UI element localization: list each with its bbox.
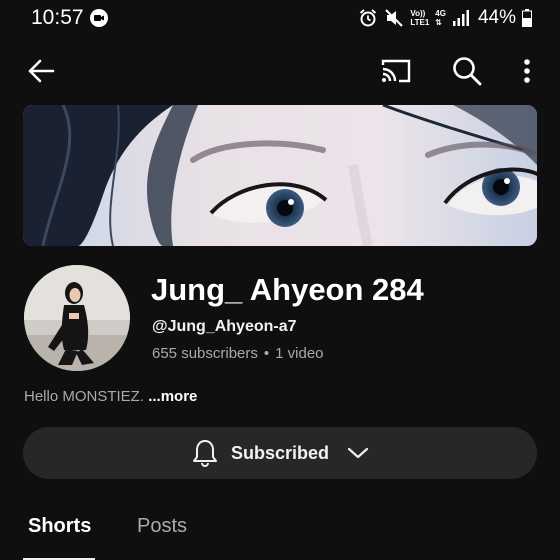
cast-icon[interactable] [380, 56, 412, 86]
alarm-icon [360, 9, 377, 27]
bell-icon [192, 440, 217, 468]
status-icons: Vo)) LTE1 4G ⇅ 44% [358, 6, 532, 30]
channel-name: Jung_ Ahyeon 284 [151, 272, 424, 307]
tab-shorts[interactable]: Shorts [28, 515, 91, 538]
subscribed-label: Subscribed [230, 442, 330, 463]
signal-icon [452, 10, 469, 26]
channel-avatar[interactable] [24, 265, 130, 371]
status-time: 10:57 [31, 6, 84, 29]
subscribed-button[interactable]: Subscribed [23, 427, 537, 479]
description-text: Hello MONSTIEZ. [24, 388, 145, 405]
battery-percent: 44% [477, 7, 516, 28]
subscriber-count: 655 subscribers [152, 345, 258, 362]
back-arrow-icon[interactable] [26, 56, 56, 86]
battery-icon [522, 9, 532, 27]
video-count: 1 video [275, 345, 324, 362]
network-4g: 4G ⇅ [435, 9, 446, 27]
channel-tabs: Shorts Posts [0, 505, 560, 560]
chevron-down-icon [347, 447, 369, 459]
channel-description: Hello MONSTIEZ. ...more [24, 388, 197, 405]
more-vert-icon[interactable] [515, 56, 539, 86]
screen-record-icon [90, 9, 108, 27]
stats-separator: • [263, 345, 270, 362]
tab-posts[interactable]: Posts [137, 515, 187, 538]
description-more-link[interactable]: ...more [148, 388, 197, 405]
channel-handle: @Jung_Ahyeon-a7 [152, 318, 297, 335]
top-app-bar [0, 50, 560, 90]
search-icon[interactable] [451, 55, 483, 87]
mute-icon [385, 9, 404, 27]
network-volte: Vo)) LTE1 [410, 9, 430, 27]
status-bar: 10:57 Vo)) LTE1 4G ⇅ 44% [0, 0, 560, 36]
channel-banner-image [23, 105, 537, 246]
channel-stats: 655 subscribers • 1 video [152, 345, 324, 362]
